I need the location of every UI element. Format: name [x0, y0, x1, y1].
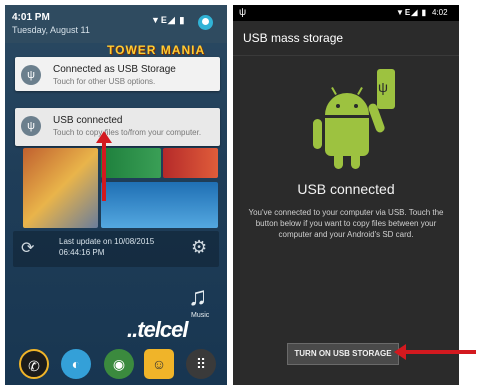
tower-mania-text: TOWER MANIA	[107, 43, 206, 57]
last-update-time: 06:44:16 PM	[59, 248, 105, 257]
turn-on-usb-storage-button[interactable]: TURN ON USB STORAGE	[287, 343, 399, 365]
usb-icon: ψ	[378, 79, 388, 95]
game-tile[interactable]	[101, 148, 161, 178]
antenna-left	[331, 87, 337, 95]
status-bar: ψ ▼E◢ ▮ 4:02	[233, 5, 459, 21]
signal-battery-icons: ▼E◢ ▮	[396, 8, 428, 17]
apps-icon[interactable]: ⠿	[186, 349, 216, 379]
usb-connected-heading: USB connected	[297, 181, 395, 197]
notification-subtitle: Touch for other USB options.	[53, 77, 156, 86]
title-divider	[233, 55, 459, 56]
android-usb-icon: ψ	[313, 69, 399, 175]
app-dock: ✆ ◐ ◉ ☺ ⠿	[5, 345, 227, 385]
game-widget[interactable]	[23, 148, 218, 230]
red-arrow-up	[96, 131, 112, 201]
status-date: Tuesday, August 11	[12, 25, 90, 35]
android-head	[325, 93, 369, 115]
usb-icon: ψ	[21, 65, 41, 85]
red-arrow-left	[394, 344, 476, 360]
update-widget: ⟳ Last update on 10/08/2015 06:44:16 PM …	[13, 231, 219, 267]
game-tile-tower-mania[interactable]	[101, 182, 218, 228]
messages-icon[interactable]: ☺	[144, 349, 174, 379]
notification-subtitle: Touch to copy files to/from your compute…	[53, 128, 202, 137]
antenna-right	[357, 87, 363, 95]
status-time: 4:01 PM	[12, 12, 50, 23]
left-phone-screen: 4:01 PM Tuesday, August 11 ▼E◢ ▮ ψ Conne…	[5, 5, 227, 385]
android-arm	[313, 119, 322, 149]
chrome-icon[interactable]: ◉	[104, 349, 134, 379]
notification-title: USB connected	[53, 115, 123, 126]
status-time: 4:02	[432, 8, 448, 17]
last-update-text: Last update on 10/08/2015	[59, 237, 155, 246]
android-leg	[351, 153, 360, 169]
gear-icon[interactable]: ⚙	[191, 237, 207, 258]
user-avatar-icon[interactable]	[198, 15, 213, 30]
usb-icon: ψ	[21, 116, 41, 136]
notification-usb-storage[interactable]: ψ Connected as USB Storage Touch for oth…	[15, 57, 220, 91]
usb-status-icon: ψ	[239, 7, 247, 18]
game-tile[interactable]	[163, 148, 218, 178]
game-tile[interactable]	[23, 148, 98, 228]
notification-usb-connected[interactable]: ψ USB connected Touch to copy files to/f…	[15, 108, 220, 146]
refresh-icon[interactable]: ⟳	[21, 238, 34, 258]
android-eye	[354, 104, 358, 108]
music-label: Music	[191, 312, 210, 319]
carrier-logo: ..telcel	[127, 317, 188, 342]
page-title: USB mass storage	[243, 31, 344, 45]
android-body	[325, 118, 369, 156]
notification-title: Connected as USB Storage	[53, 64, 176, 75]
usb-description: You've connected to your computer via US…	[248, 208, 444, 239]
signal-battery-icons: ▼E◢ ▮	[151, 15, 186, 25]
music-note-icon[interactable]: ♫	[188, 281, 208, 312]
status-bar: 4:01 PM Tuesday, August 11 ▼E◢ ▮	[5, 5, 227, 43]
phone-icon[interactable]: ✆	[19, 349, 49, 379]
android-eye	[336, 104, 340, 108]
right-phone-screen: ψ ▼E◢ ▮ 4:02 USB mass storage ψ USB conn…	[233, 5, 459, 385]
browser-icon[interactable]: ◐	[61, 349, 91, 379]
android-leg	[334, 153, 343, 169]
